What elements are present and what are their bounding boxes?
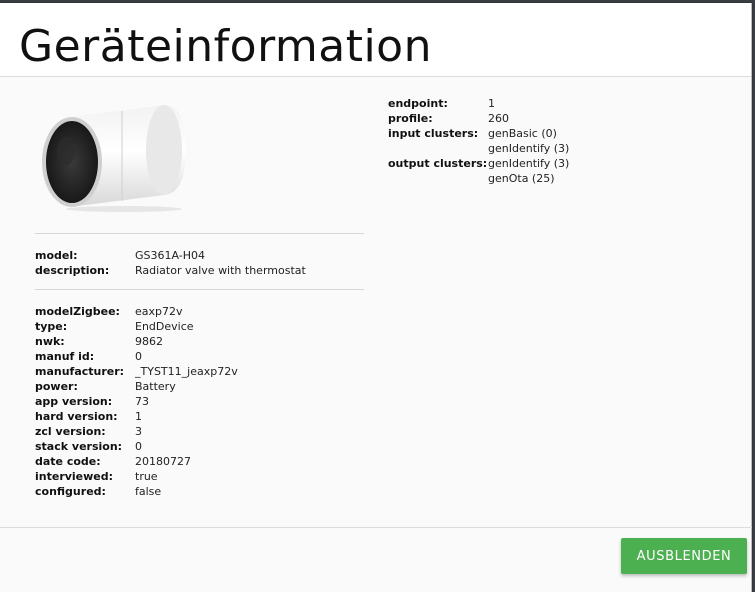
- divider: [35, 289, 364, 290]
- model-key: model:: [35, 249, 78, 262]
- detail-row: type: EndDevice: [35, 319, 238, 334]
- profile-value: 260: [488, 112, 509, 125]
- detail-row: stack version: 0: [35, 439, 238, 454]
- profile-key: profile:: [388, 112, 433, 125]
- detail-key: power:: [35, 380, 78, 393]
- detail-row: hard version: 1: [35, 409, 238, 424]
- output-clusters-key-blank: [388, 171, 488, 186]
- detail-key: nwk:: [35, 335, 65, 348]
- detail-key: interviewed:: [35, 470, 114, 483]
- detail-value: false: [135, 485, 162, 498]
- endpoint-row: endpoint: 1: [388, 96, 569, 111]
- dialog-header: Geräteinformation: [0, 3, 751, 77]
- detail-key: hard version:: [35, 410, 118, 423]
- detail-row: modelZigbee: eaxp72v: [35, 304, 238, 319]
- detail-value: 0: [135, 350, 142, 363]
- description-value: Radiator valve with thermostat: [135, 264, 306, 277]
- profile-row: profile: 260: [388, 111, 569, 126]
- footer-divider: [0, 527, 752, 528]
- device-info-dialog: Geräteinformation endpoint: 1 profile: 2…: [0, 3, 752, 592]
- endpoint-value: 1: [488, 97, 495, 110]
- input-clusters-row: input clusters: genBasic (0): [388, 126, 569, 141]
- detail-value: true: [135, 470, 158, 483]
- detail-value: 20180727: [135, 455, 191, 468]
- detail-key: manuf id:: [35, 350, 95, 363]
- detail-row: nwk: 9862: [35, 334, 238, 349]
- detail-row: power: Battery: [35, 379, 238, 394]
- divider: [35, 233, 364, 234]
- output-cluster-value: genOta (25): [488, 172, 555, 185]
- output-clusters-row: output clusters: genIdentify (3): [388, 156, 569, 171]
- input-cluster-value: genBasic (0): [488, 127, 557, 140]
- detail-row: app version: 73: [35, 394, 238, 409]
- detail-row: interviewed: true: [35, 469, 238, 484]
- detail-value: 1: [135, 410, 142, 423]
- input-cluster-value: genIdentify (3): [488, 142, 570, 155]
- detail-key: type:: [35, 320, 68, 333]
- model-row: model: GS361A-H04: [35, 248, 306, 263]
- detail-row: date code: 20180727: [35, 454, 238, 469]
- description-row: description: Radiator valve with thermos…: [35, 263, 306, 278]
- detail-value: 73: [135, 395, 149, 408]
- endpoint-info: endpoint: 1 profile: 260 input clusters:…: [388, 96, 569, 186]
- detail-key: date code:: [35, 455, 101, 468]
- model-link[interactable]: GS361A-H04: [135, 248, 205, 263]
- input-clusters-key-blank: [388, 141, 488, 156]
- output-clusters-row-2: genOta (25): [388, 171, 569, 186]
- detail-key: manufacturer:: [35, 365, 125, 378]
- detail-row: configured: false: [35, 484, 238, 499]
- detail-value: eaxp72v: [135, 305, 183, 318]
- detail-value: Battery: [135, 380, 176, 393]
- detail-row: zcl version: 3: [35, 424, 238, 439]
- dialog-title: Geräteinformation: [19, 21, 432, 72]
- detail-row: manufacturer: _TYST11_jeaxp72v: [35, 364, 238, 379]
- output-clusters-key: output clusters:: [388, 157, 488, 170]
- detail-value: EndDevice: [135, 320, 194, 333]
- input-clusters-key: input clusters:: [388, 127, 479, 140]
- details-info: modelZigbee: eaxp72v type: EndDevice nwk: 9…: [35, 304, 238, 499]
- detail-value: 0: [135, 440, 142, 453]
- detail-value: _TYST11_jeaxp72v: [135, 365, 238, 378]
- detail-key: app version:: [35, 395, 113, 408]
- radiator-valve-thermostat-image: [42, 105, 186, 212]
- detail-value: 3: [135, 425, 142, 438]
- identity-info: model: GS361A-H04 description: Radiator …: [35, 248, 306, 278]
- hide-button[interactable]: AUSBLENDEN: [621, 538, 747, 574]
- output-cluster-value: genIdentify (3): [488, 157, 570, 170]
- detail-key: stack version:: [35, 440, 123, 453]
- detail-key: zcl version:: [35, 425, 106, 438]
- detail-key: modelZigbee:: [35, 305, 120, 318]
- detail-value: 9862: [135, 335, 163, 348]
- endpoint-key: endpoint:: [388, 97, 448, 110]
- detail-row: manuf id: 0: [35, 349, 238, 364]
- input-clusters-row-2: genIdentify (3): [388, 141, 569, 156]
- detail-key: configured:: [35, 485, 106, 498]
- description-key: description:: [35, 264, 110, 277]
